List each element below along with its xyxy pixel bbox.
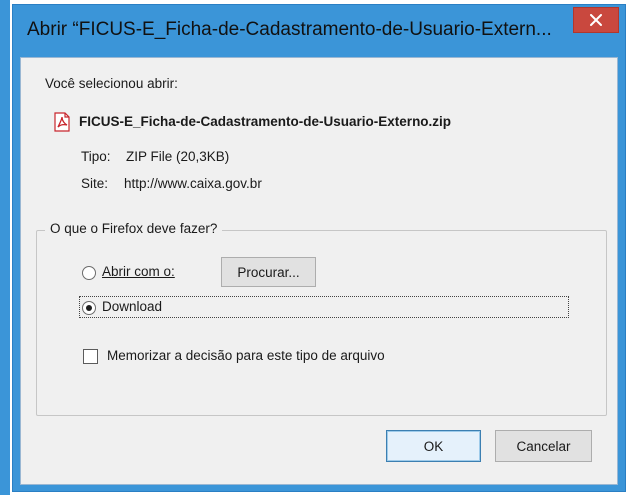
download-label[interactable]: Download xyxy=(102,299,162,314)
site-value: http://www.caixa.gov.br xyxy=(124,176,262,191)
ok-button-label: OK xyxy=(423,438,444,454)
open-with-label[interactable]: Abrir com o: xyxy=(102,264,175,279)
close-button[interactable] xyxy=(573,7,619,33)
close-icon xyxy=(590,14,602,26)
remember-label[interactable]: Memorizar a decisão para este tipo de ar… xyxy=(107,348,385,363)
file-name: FICUS-E_Ficha-de-Cadastramento-de-Usuari… xyxy=(79,114,452,129)
browse-button-label: Procurar... xyxy=(237,264,300,280)
cancel-button[interactable]: Cancelar xyxy=(495,430,592,462)
dialog-body: Você selecionou abrir: FICUS-E_Ficha-de-… xyxy=(20,57,618,485)
dialog-window: Abrir “FICUS-E_Ficha-de-Cadastramento-de… xyxy=(12,4,626,492)
dialog-title: Abrir “FICUS-E_Ficha-de-Cadastramento-de… xyxy=(27,19,552,40)
intro-text: Você selecionou abrir: xyxy=(45,76,178,91)
open-with-radio[interactable] xyxy=(82,266,96,280)
type-label: Tipo: xyxy=(81,149,111,164)
browse-button[interactable]: Procurar... xyxy=(221,257,316,287)
group-title: O que o Firefox deve fazer? xyxy=(45,221,223,236)
site-label: Site: xyxy=(81,176,109,191)
background-window-edge xyxy=(0,0,10,495)
pdf-file-icon xyxy=(54,112,70,132)
title-bar[interactable]: Abrir “FICUS-E_Ficha-de-Cadastramento-de… xyxy=(13,5,625,57)
action-group: O que o Firefox deve fazer? xyxy=(36,221,607,416)
cancel-button-label: Cancelar xyxy=(516,438,571,454)
remember-checkbox[interactable] xyxy=(83,349,98,364)
ok-button[interactable]: OK xyxy=(386,430,481,462)
type-value: ZIP File (20,3KB) xyxy=(126,149,230,164)
